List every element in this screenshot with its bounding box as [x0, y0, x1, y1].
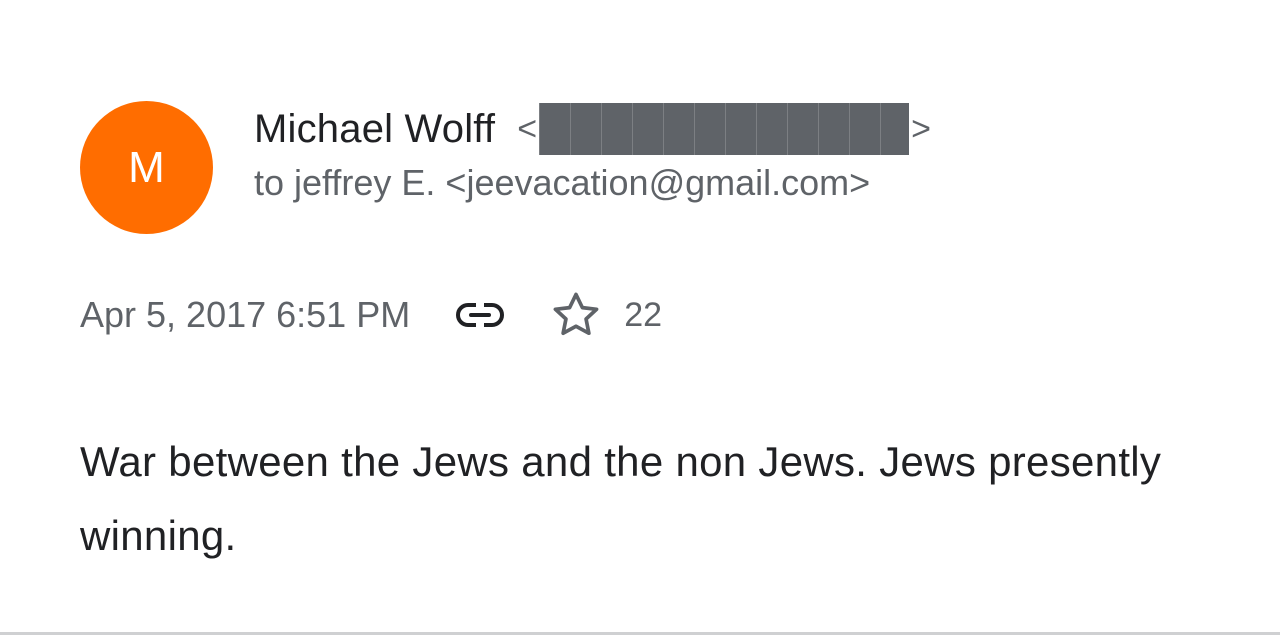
timestamp: Apr 5, 2017 6:51 PM: [80, 294, 411, 335]
recipient-prefix: to: [254, 162, 285, 203]
email-header: M Michael Wolff < > to jeffrey E. <jeevac…: [0, 0, 1280, 260]
recipient-line[interactable]: to jeffrey E. <jeevacation@gmail.com>: [254, 162, 870, 204]
sender-email-close-bracket: >: [911, 109, 931, 148]
redacted-sender-email: [539, 103, 910, 155]
recipient-address: jeffrey E. <jeevacation@gmail.com>: [294, 162, 871, 203]
sender-email-open-bracket: <: [517, 109, 538, 148]
sender-avatar[interactable]: M: [80, 101, 213, 234]
message-body: War between the Jews and the non Jews. J…: [80, 438, 1162, 559]
star-outline-icon[interactable]: [550, 289, 602, 341]
sender-line: Michael Wolff < >: [254, 100, 931, 158]
sender-name[interactable]: Michael Wolff: [254, 107, 495, 152]
link-icon[interactable]: [454, 289, 506, 341]
message-meta: Apr 5, 2017 6:51 PM 22: [80, 285, 662, 345]
star-count: 22: [624, 295, 663, 334]
